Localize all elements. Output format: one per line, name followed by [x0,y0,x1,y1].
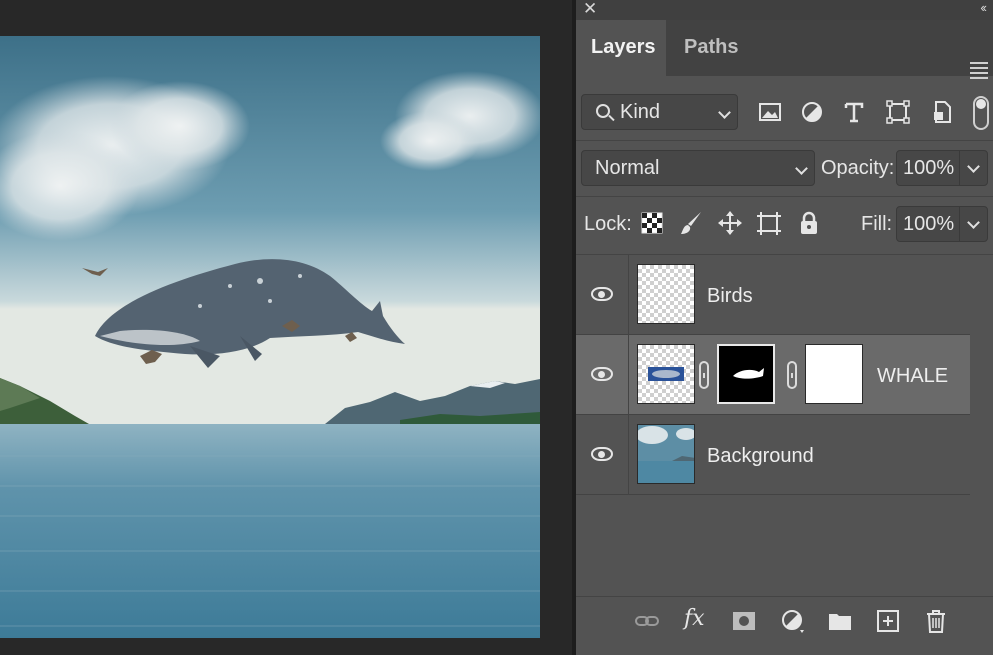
lock-position-icon[interactable] [717,210,743,236]
layer-row-birds[interactable]: Birds [576,255,970,335]
layer-row-background[interactable]: Background [576,415,970,495]
visibility-toggle[interactable] [576,415,629,495]
visibility-toggle[interactable] [576,255,629,335]
lock-transparent-pixels-icon[interactable] [639,210,665,236]
filter-kind-select[interactable]: Kind [581,94,738,130]
add-mask-icon[interactable] [731,608,757,634]
blend-mode-select[interactable]: Normal [581,150,815,186]
link-icon[interactable] [787,361,797,389]
hamburger-menu-icon[interactable] [970,62,988,82]
layer-name[interactable]: Birds [707,285,753,308]
collapse-panel-icon[interactable]: ‹‹ [980,0,987,16]
background-thumbnail-image [638,425,694,483]
layer-mask-thumbnail[interactable] [717,344,775,404]
new-adjustment-layer-icon[interactable] [780,608,806,634]
adjustment-filter-icon[interactable] [800,100,824,124]
fx-layer-style-icon[interactable]: fx [684,606,705,631]
eye-icon [591,367,613,381]
layer-thumbnail[interactable] [637,344,695,404]
eye-icon [591,447,613,461]
divider [576,140,993,141]
vector-mask-thumbnail[interactable] [805,344,863,404]
new-group-icon[interactable] [827,608,853,634]
blend-mode-value: Normal [595,157,660,179]
tab-layers[interactable]: Layers [576,20,666,76]
link-icon[interactable] [699,361,709,389]
document-canvas[interactable] [0,36,540,638]
image-filter-icon[interactable] [758,100,782,124]
chevron-down-icon [718,106,731,119]
opacity-dropdown[interactable] [959,151,987,185]
link-layers-icon[interactable] [634,608,660,634]
lock-label: Lock: [584,213,632,235]
fill-label: Fill: [861,213,893,235]
layers-list: Birds WHALE Background [576,255,993,595]
fill-value: 100% [903,213,955,235]
smart-object-filter-icon[interactable] [930,100,954,124]
panel-tabs: Layers Paths [576,20,993,79]
layer-thumbnail[interactable] [637,424,695,484]
delete-layer-icon[interactable] [923,608,949,634]
composite-image [0,36,540,638]
filter-kind-label: Kind [620,101,661,123]
layers-panel: ✕ ‹‹ Layers Paths Kind Normal Opacity: 1… [576,0,993,655]
canvas-area[interactable] [0,0,575,655]
filter-toggle[interactable] [973,96,989,130]
search-icon [596,104,610,118]
chevron-down-icon [967,160,980,173]
opacity-value: 100% [903,157,955,179]
opacity-label: Opacity: [821,157,895,179]
eye-icon [591,287,613,301]
chevron-down-icon [795,162,808,175]
layer-name[interactable]: Background [707,445,814,468]
fill-dropdown[interactable] [959,207,987,241]
layer-name[interactable]: WHALE [877,365,948,388]
panel-title-bar: ✕ ‹‹ [576,0,993,20]
new-layer-icon[interactable] [875,608,901,634]
chevron-down-icon [967,216,980,229]
divider [576,196,993,197]
fill-field[interactable]: 100% [896,206,988,242]
whale-thumbnail-image [648,367,684,381]
layer-thumbnail[interactable] [637,264,695,324]
tab-paths[interactable]: Paths [669,20,753,76]
close-icon[interactable]: ✕ [583,0,597,18]
opacity-field[interactable]: 100% [896,150,988,186]
type-filter-icon[interactable] [842,100,866,124]
lock-artboard-icon[interactable] [756,210,782,236]
shape-filter-icon[interactable] [886,100,910,124]
layer-row-whale[interactable]: WHALE [576,335,970,415]
visibility-toggle[interactable] [576,335,629,415]
lock-image-pixels-icon[interactable] [679,210,705,236]
lock-all-icon[interactable] [796,210,822,236]
